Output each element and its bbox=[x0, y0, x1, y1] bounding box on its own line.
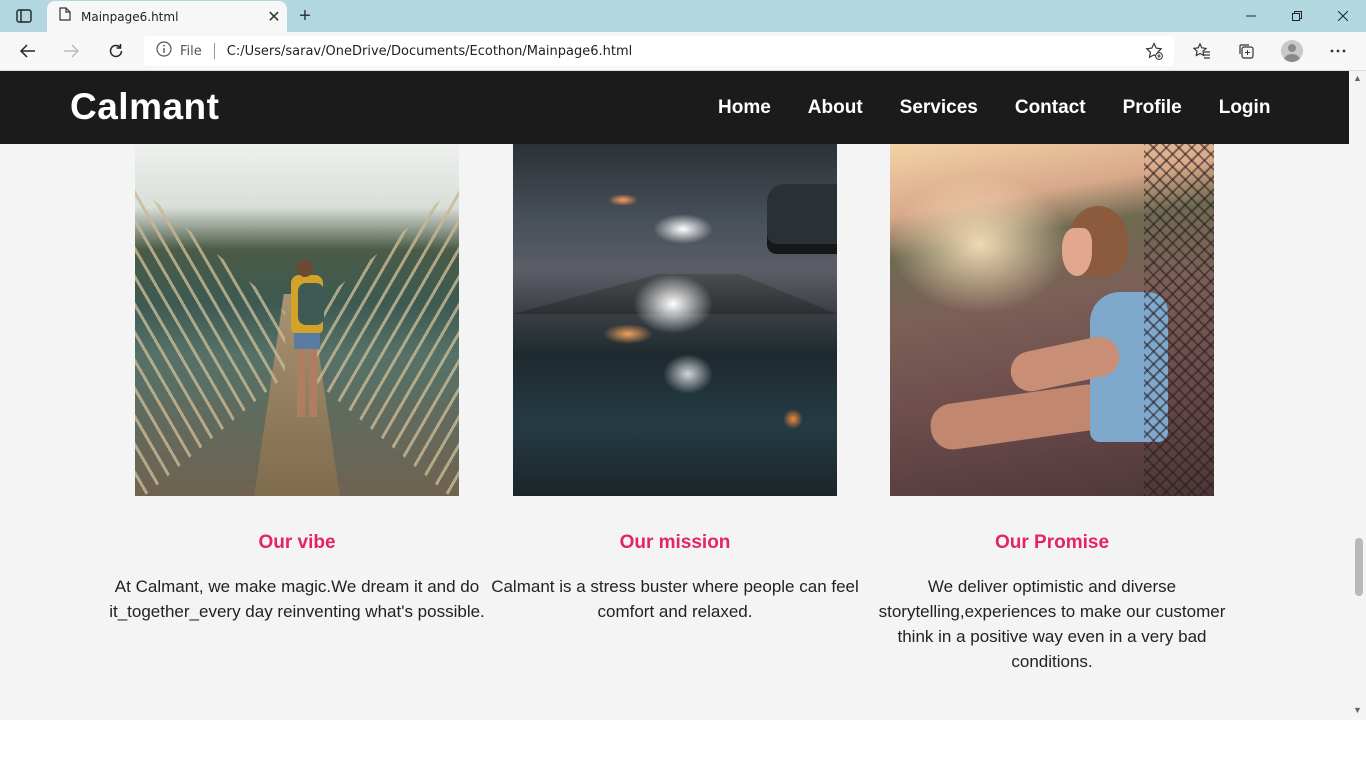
page-icon bbox=[59, 7, 71, 26]
scroll-down-icon[interactable]: ▼ bbox=[1353, 705, 1362, 715]
scrollbar-thumb[interactable] bbox=[1355, 538, 1363, 596]
avatar bbox=[1281, 40, 1303, 62]
profile-avatar[interactable] bbox=[1274, 36, 1310, 66]
back-icon[interactable] bbox=[12, 36, 44, 66]
window-bottom-area bbox=[0, 720, 1366, 768]
page-viewport: Calmant Home About Services Contact Prof… bbox=[0, 71, 1349, 720]
new-tab-icon[interactable]: + bbox=[292, 4, 318, 28]
nav-link-about[interactable]: About bbox=[808, 97, 863, 119]
close-window-icon[interactable] bbox=[1320, 0, 1366, 32]
refresh-icon[interactable] bbox=[100, 36, 132, 66]
forward-icon[interactable] bbox=[55, 36, 87, 66]
address-url[interactable]: C:/Users/sarav/OneDrive/Documents/Ecotho… bbox=[227, 44, 1140, 59]
site-logo[interactable]: Calmant bbox=[70, 86, 219, 128]
card-text: At Calmant, we make magic.We dream it an… bbox=[109, 577, 485, 621]
site-navbar: Calmant Home About Services Contact Prof… bbox=[0, 71, 1349, 144]
favorites-icon[interactable] bbox=[1184, 36, 1220, 66]
nav-link-login[interactable]: Login bbox=[1219, 97, 1271, 119]
address-bar[interactable]: File C:/Users/sarav/OneDrive/Documents/E… bbox=[144, 36, 1174, 66]
browser-tab[interactable]: Mainpage6.html ✕ bbox=[47, 1, 287, 32]
window-controls bbox=[1228, 0, 1366, 32]
more-options-icon[interactable] bbox=[1320, 36, 1356, 66]
site-menu: Home About Services Contact Profile Logi… bbox=[718, 97, 1270, 119]
nav-link-profile[interactable]: Profile bbox=[1123, 97, 1182, 119]
card-our-mission: Our mission Calmant is a stress buster w… bbox=[486, 144, 864, 624]
browser-tab-strip: Mainpage6.html ✕ + bbox=[0, 0, 1366, 32]
card-our-vibe: Our vibe At Calmant, we make magic.We dr… bbox=[108, 144, 486, 624]
page-scrollbar[interactable]: ▲ ▼ bbox=[1349, 71, 1366, 720]
card-title: Our vibe bbox=[258, 532, 336, 553]
add-favorite-icon[interactable] bbox=[1140, 39, 1168, 63]
card-text: We deliver optimistic and diverse storyt… bbox=[878, 577, 1226, 671]
collections-icon[interactable] bbox=[1228, 36, 1264, 66]
scroll-up-icon[interactable]: ▲ bbox=[1353, 73, 1362, 83]
address-scheme-label: File bbox=[180, 43, 202, 59]
night-street-photo bbox=[513, 144, 837, 496]
nav-link-home[interactable]: Home bbox=[718, 97, 771, 119]
card-title: Our Promise bbox=[994, 532, 1110, 553]
nav-link-services[interactable]: Services bbox=[900, 97, 978, 119]
close-tab-icon[interactable]: ✕ bbox=[261, 4, 287, 30]
card-text: Calmant is a stress buster where people … bbox=[491, 577, 859, 621]
restore-icon[interactable] bbox=[1274, 0, 1320, 32]
nav-link-contact[interactable]: Contact bbox=[1015, 97, 1086, 119]
tab-actions-icon[interactable] bbox=[8, 6, 40, 26]
minimize-icon[interactable] bbox=[1228, 0, 1274, 32]
address-divider bbox=[213, 43, 215, 59]
card-title: Our mission bbox=[619, 532, 731, 553]
card-our-promise: Our Promise We deliver optimistic and di… bbox=[863, 144, 1241, 674]
info-icon[interactable] bbox=[156, 40, 172, 62]
rope-bridge-photo bbox=[135, 144, 459, 496]
sitting-woman-photo bbox=[890, 144, 1214, 496]
tab-title: Mainpage6.html bbox=[81, 9, 179, 24]
browser-toolbar: File C:/Users/sarav/OneDrive/Documents/E… bbox=[0, 32, 1366, 71]
